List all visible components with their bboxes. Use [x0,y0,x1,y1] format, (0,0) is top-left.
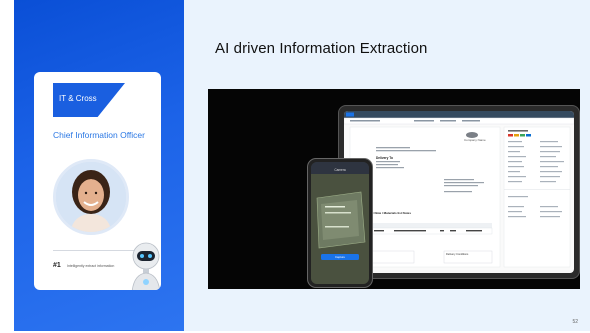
persona-role: Chief Information Officer [53,130,145,140]
avatar-portrait [56,162,126,232]
rank-description: Intelligently extract information [67,264,115,268]
persona-tag: IT & Cross [53,83,125,117]
page-number: 52 [572,319,578,325]
slide-title: AI driven Information Extraction [215,40,428,57]
phone-camera-app: Camera Capture [311,162,369,284]
phone-header-title: Camera [334,168,346,172]
robot-icon [131,242,161,290]
document-logo-text: Company Name [464,138,486,142]
avatar [53,159,129,235]
demo-video-stage: Company Name Delivery To Delivery Note /… [208,89,580,289]
footer-delivery-label: Delivery Conditions [446,252,469,256]
tablet-screen: Company Name Delivery To Delivery Note /… [344,111,574,273]
document-delivery-title: Delivery To [376,156,393,160]
document-app-screen: Company Name Delivery To Delivery Note /… [344,111,574,268]
phone-device: Camera Capture [307,158,373,288]
tablet-device: Company Name Delivery To Delivery Note /… [338,105,580,279]
persona-card: IT & Cross Chief Information Officer #1 … [34,72,161,290]
slide: AI driven Information Extraction IT & Cr… [0,0,590,333]
rank-badge: #1 [53,262,61,269]
phone-capture-label: Capture [335,255,345,259]
card-divider [53,250,135,251]
shell-bar [344,111,574,118]
phone-screen: Camera Capture [311,162,369,284]
persona-tag-label: IT & Cross [59,94,97,103]
